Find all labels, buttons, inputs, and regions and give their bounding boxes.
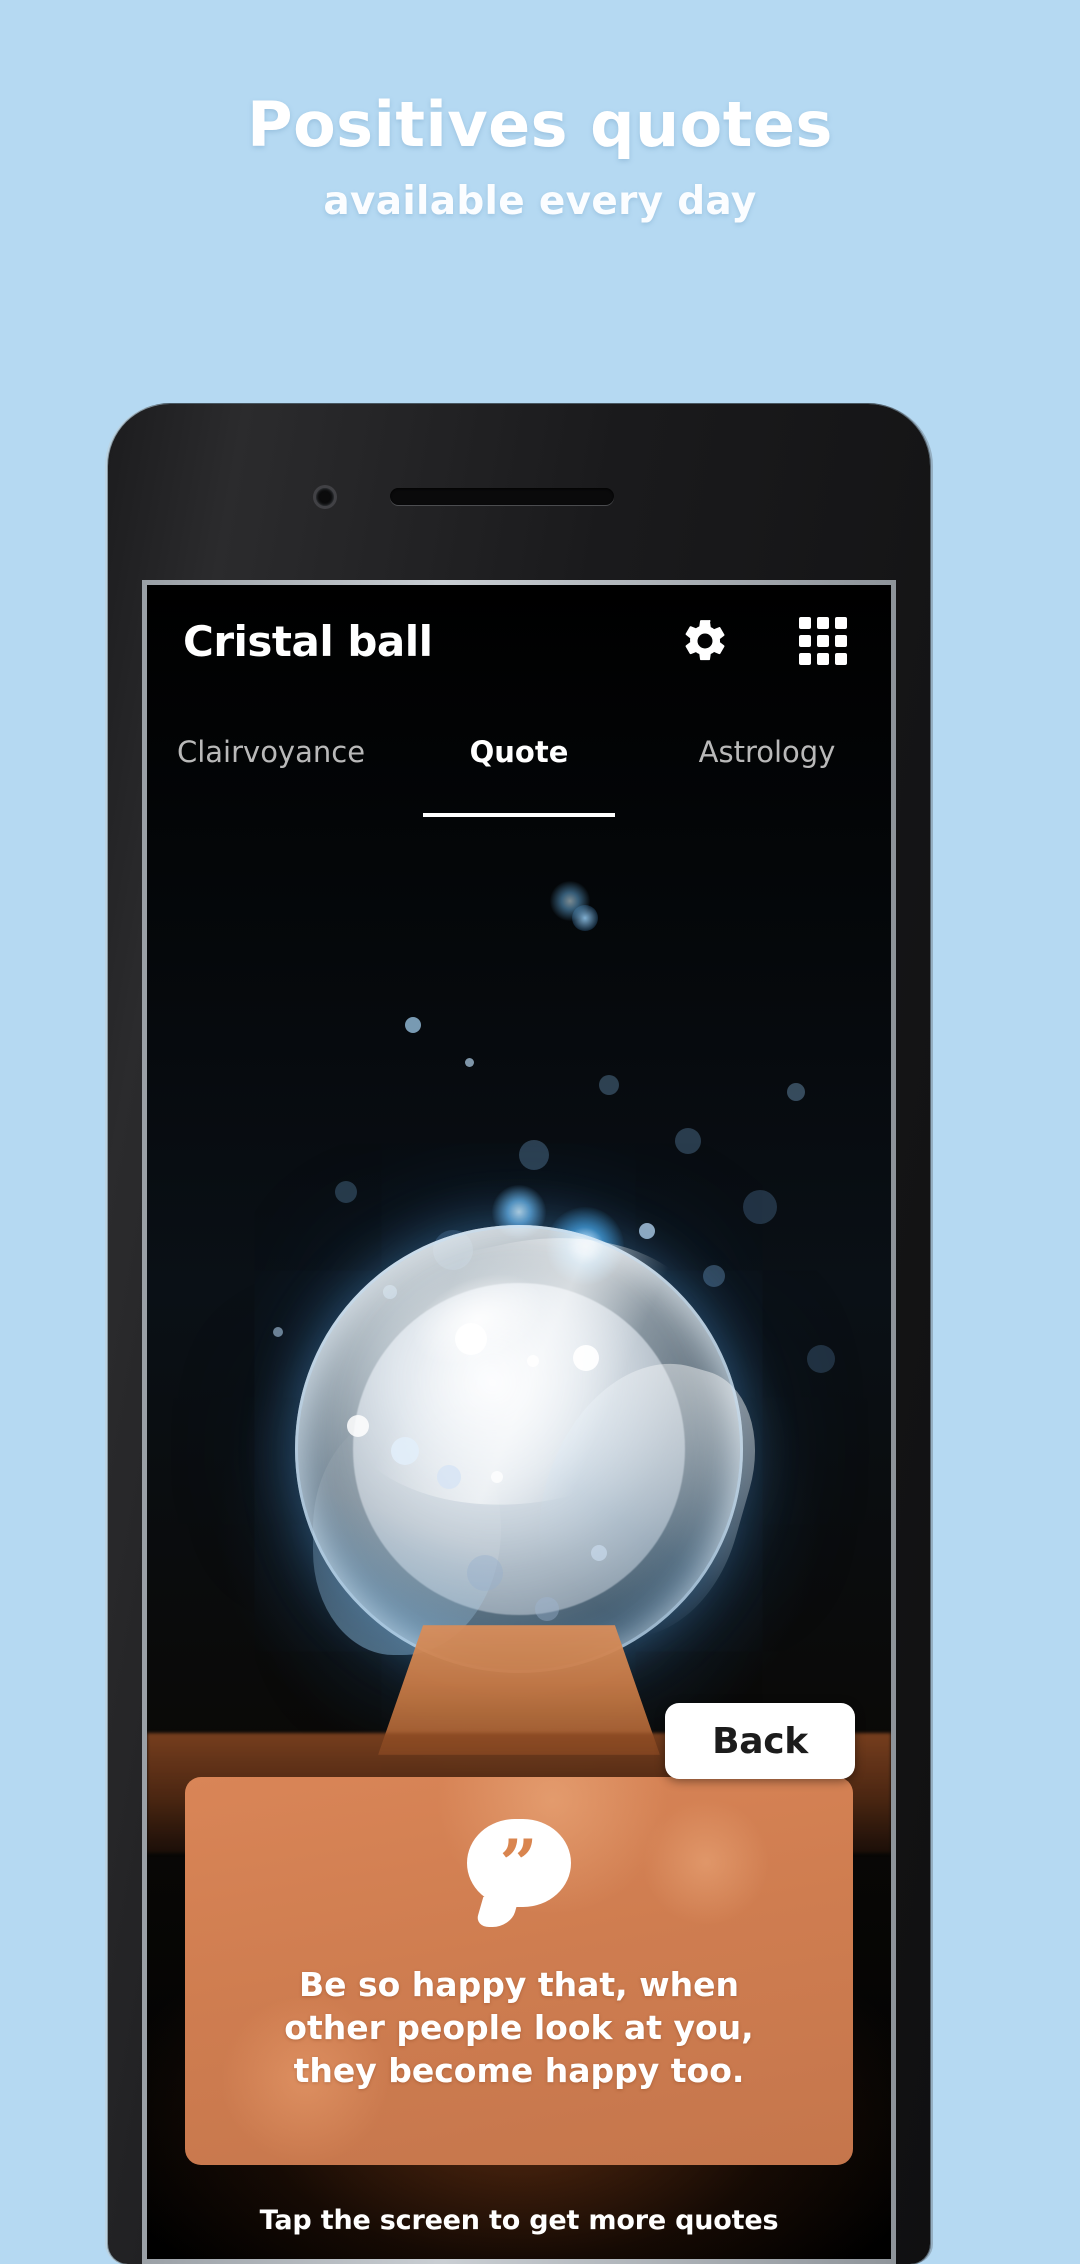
tab-bar: Clairvoyance Quote Astrology [147,731,891,823]
grid-cell [835,617,847,629]
app-header-bar: Cristal ball [147,585,891,697]
grid-cell [817,617,829,629]
quote-line: Be so happy that, when [298,1965,740,2004]
tap-hint-text: Tap the screen to get more quotes [259,2205,779,2236]
grid-cell [817,635,829,647]
front-camera-icon [316,488,334,506]
app-title: Cristal ball [183,616,433,666]
quote-line: other people look at you, [284,2008,754,2047]
grid-cell [817,653,829,665]
sparkle-light [550,881,590,921]
promo-subtitle: available every day [323,179,757,225]
settings-button[interactable] [669,605,741,677]
quote-marks: ” [499,1825,539,1903]
apps-grid-button[interactable] [787,605,859,677]
promo-title: Positives quotes [247,88,833,161]
tab-astrology[interactable]: Astrology [643,731,891,823]
screen-bezel: Cristal ball Clairvoyance Quote Astrolog… [142,580,896,2264]
phone-top-bezel [108,404,930,580]
tab-label: Clairvoyance [176,735,366,769]
tab-label: Quote [469,735,569,769]
back-button[interactable]: Back [665,1703,855,1779]
tab-quote[interactable]: Quote [395,731,643,823]
tab-label: Astrology [698,735,836,769]
tab-indicator [423,813,615,817]
grid-cell [799,635,811,647]
gear-icon [685,620,725,661]
phone-screen[interactable]: Cristal ball Clairvoyance Quote Astrolog… [147,585,891,2259]
grid-cell [799,653,811,665]
earpiece-speaker [390,488,614,505]
quote-bubble-icon: ” [467,1819,571,1907]
grid-cell [799,617,811,629]
quote-line: they become happy too. [293,2051,745,2090]
grid-icon [799,617,847,665]
back-button-label: Back [712,1720,808,1762]
quote-text: Be so happy that, when other people look… [219,1963,819,2092]
quote-card[interactable]: ” Be so happy that, when other people lo… [185,1777,853,2165]
promo-header: Positives quotes available every day [0,0,1080,224]
ball-rim [295,1225,743,1673]
grid-cell [835,635,847,647]
crystal-ball[interactable] [295,1205,778,1673]
grid-cell [835,653,847,665]
tab-clairvoyance[interactable]: Clairvoyance [147,731,395,823]
phone-mockup: Cristal ball Clairvoyance Quote Astrolog… [108,404,930,2264]
